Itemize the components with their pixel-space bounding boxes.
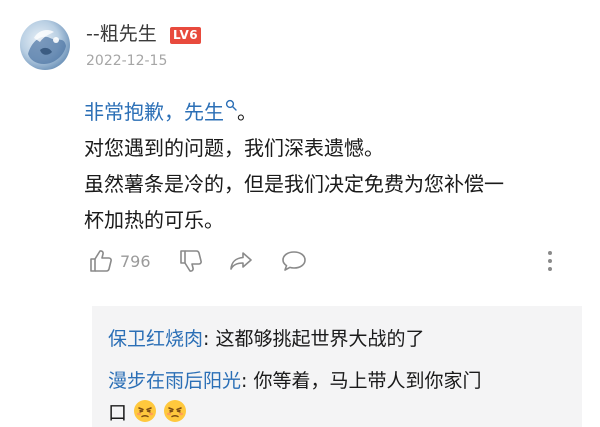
comment-line-4: 杯加热的可乐。	[84, 208, 224, 232]
like-button[interactable]: 796	[88, 248, 151, 274]
comment-line-1: 非常抱歉，先生。	[84, 94, 584, 130]
like-count: 796	[120, 251, 151, 271]
avatar-image	[28, 30, 66, 64]
avatar[interactable]	[20, 20, 70, 70]
reply-text: : 这都够挑起世界大战的了	[203, 328, 425, 350]
comment-line-3: 虽然薯条是冷的，但是我们决定免费为您补偿一	[84, 172, 504, 196]
mention-tail: 。	[237, 100, 257, 124]
action-bar: 796	[88, 248, 568, 276]
more-button[interactable]	[540, 248, 560, 274]
reply-text: : 你等着，马上带人到你家门	[241, 370, 482, 392]
share-button[interactable]	[228, 248, 254, 274]
reply-author[interactable]: 保卫红烧肉	[108, 328, 203, 350]
reply-item[interactable]: 保卫红烧肉: 这都够挑起世界大战的了	[108, 324, 424, 354]
comment-date: 2022-12-15	[86, 53, 168, 69]
reply-button[interactable]	[280, 248, 308, 274]
thumbs-up-icon	[90, 250, 112, 272]
share-icon	[230, 252, 252, 270]
reply-item-continuation: 口	[108, 398, 187, 427]
thumbs-down-icon	[180, 250, 202, 272]
search-icon[interactable]	[225, 99, 237, 111]
more-vertical-icon	[548, 251, 552, 271]
comment-line-2: 对您遇到的问题，我们深表遗憾。	[84, 136, 384, 160]
reply-author[interactable]: 漫步在雨后阳光	[108, 370, 241, 392]
reply-text: 口	[108, 402, 128, 424]
annoyed-face-emoji-icon	[164, 400, 187, 422]
comment-body: 非常抱歉，先生。 对您遇到的问题，我们深表遗憾。 虽然薯条是冷的，但是我们决定免…	[84, 94, 584, 238]
comment-bubble-icon	[282, 251, 306, 271]
username[interactable]: --粗先生	[86, 22, 157, 46]
reply-item[interactable]: 漫步在雨后阳光: 你等着，马上带人到你家门	[108, 366, 481, 396]
dislike-button[interactable]	[178, 248, 204, 274]
level-badge: LV6	[170, 27, 202, 44]
reply-list: 保卫红烧肉: 这都够挑起世界大战的了 漫步在雨后阳光: 你等着，马上带人到你家门…	[92, 306, 582, 427]
annoyed-face-emoji-icon	[134, 400, 157, 422]
mention-link[interactable]: 非常抱歉，先生	[84, 100, 224, 124]
